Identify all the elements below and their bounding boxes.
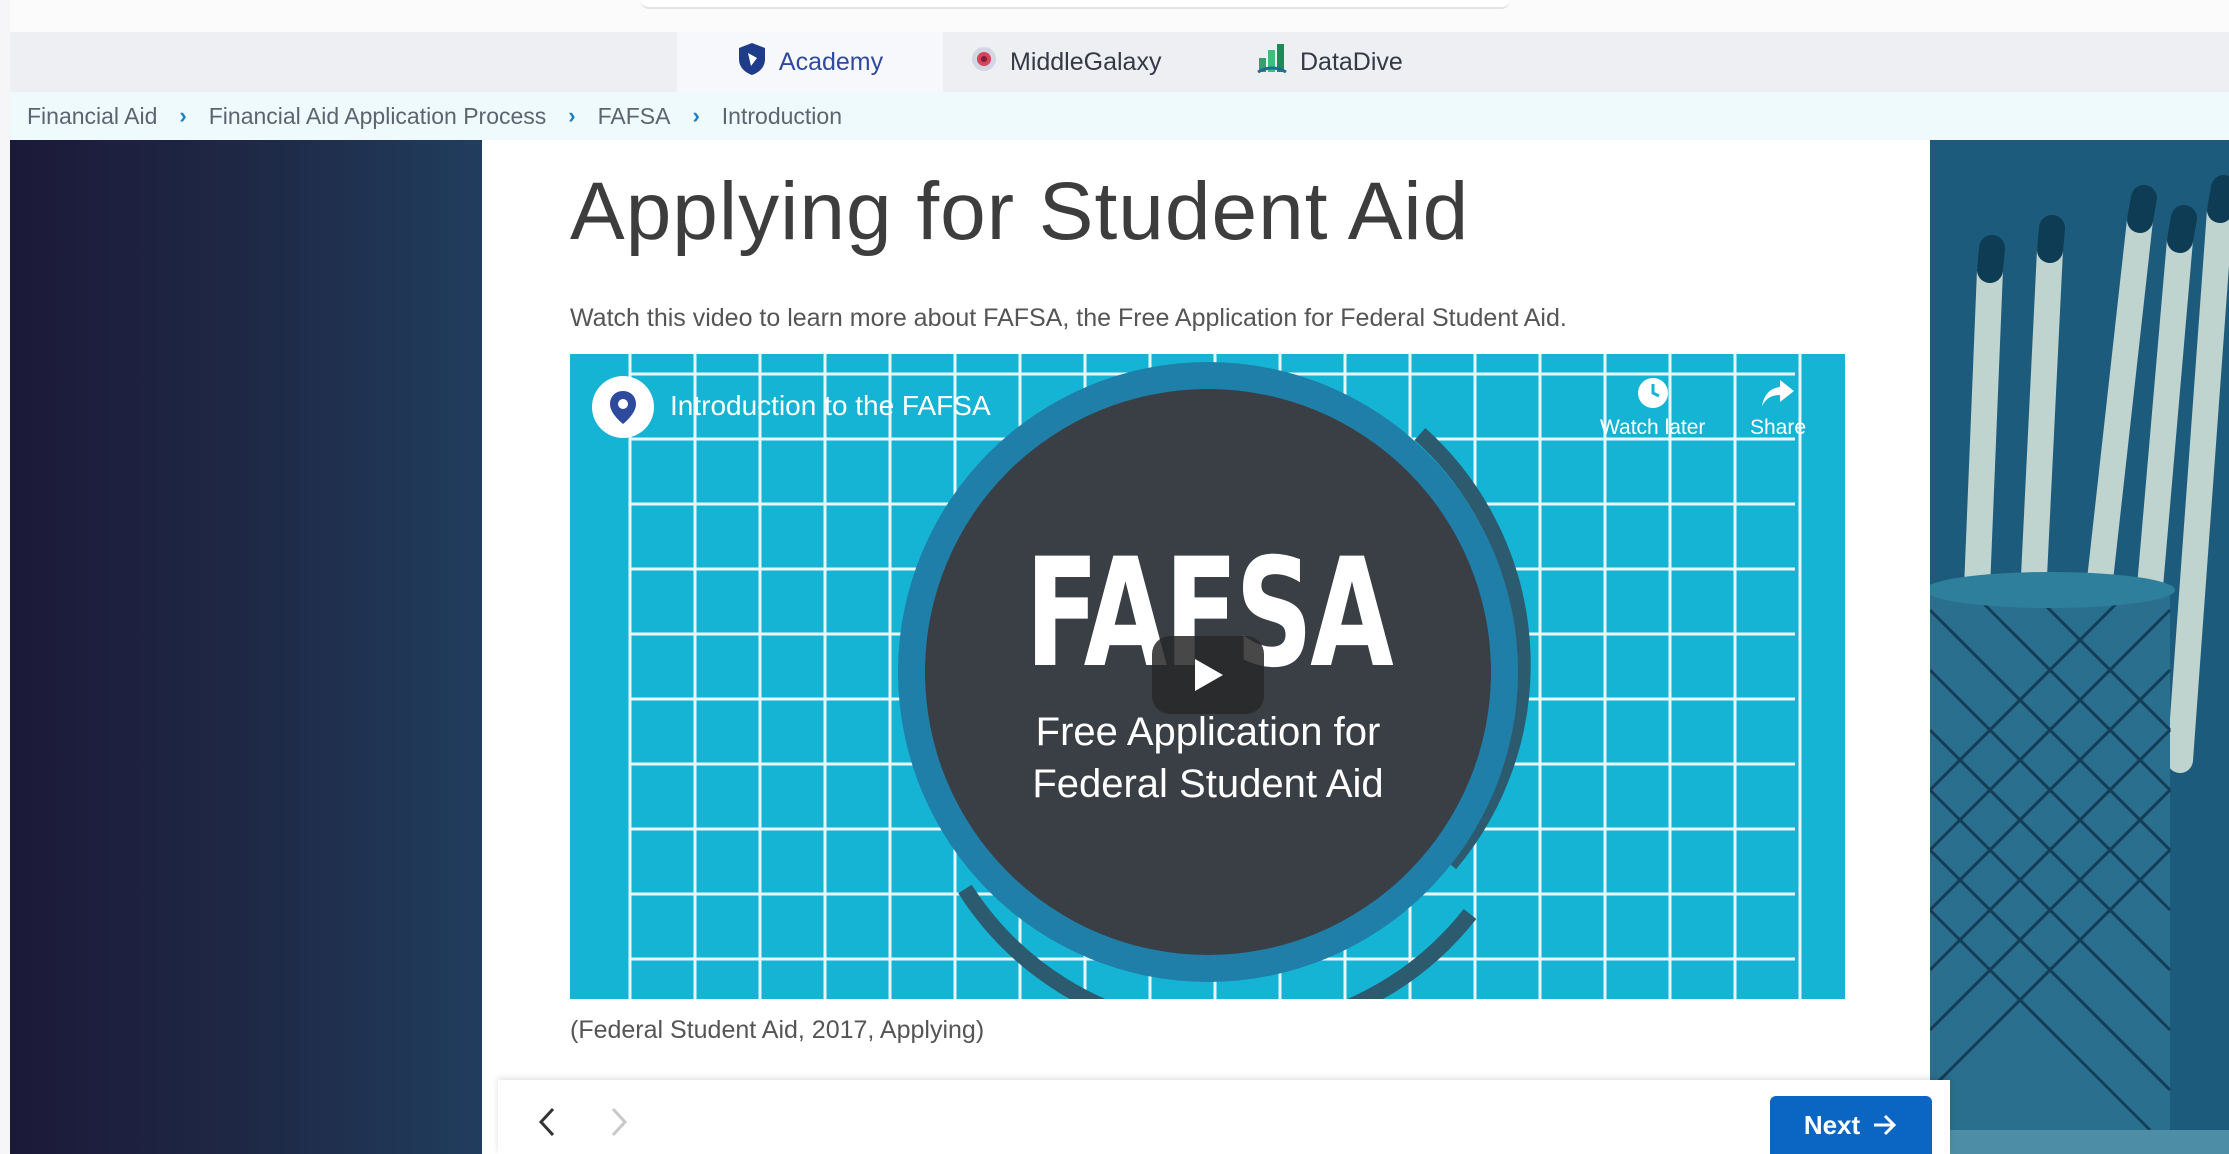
background-left-panel bbox=[10, 140, 482, 1154]
previous-button[interactable] bbox=[532, 1102, 562, 1142]
tab-academy[interactable]: Academy bbox=[677, 32, 943, 92]
window-left-edge bbox=[0, 0, 10, 1154]
breadcrumb-application-process[interactable]: Financial Aid Application Process bbox=[209, 103, 547, 130]
next-button[interactable]: Next bbox=[1770, 1096, 1932, 1154]
breadcrumb-fafsa[interactable]: FAFSA bbox=[598, 103, 671, 130]
video-citation: (Federal Student Aid, 2017, Applying) bbox=[570, 1016, 985, 1044]
video-title[interactable]: Introduction to the FAFSA bbox=[670, 390, 991, 422]
page-title: Applying for Student Aid bbox=[570, 166, 1470, 257]
chevron-right-icon bbox=[611, 1107, 628, 1137]
video-player[interactable]: FAFSA Free Application for Federal Stude… bbox=[570, 354, 1845, 999]
share-arrow-icon bbox=[1762, 380, 1795, 406]
address-bar-edge[interactable] bbox=[640, 0, 1510, 9]
lesson-footer: Next bbox=[498, 1080, 1950, 1154]
tab-label: DataDive bbox=[1300, 47, 1403, 76]
clock-icon bbox=[1637, 378, 1668, 408]
location-pin-icon bbox=[610, 391, 636, 424]
intro-text: Watch this video to learn more about FAF… bbox=[570, 304, 1567, 332]
play-button[interactable] bbox=[1152, 636, 1264, 714]
background-pencil-cup-image bbox=[1930, 140, 2229, 1154]
fafsa-subtitle-line-2: Federal Student Aid bbox=[1032, 762, 1384, 806]
browser-top-strip bbox=[10, 0, 2229, 32]
tab-label: MiddleGalaxy bbox=[1010, 47, 1162, 76]
chevron-left-icon bbox=[538, 1107, 555, 1137]
breadcrumb-introduction: Introduction bbox=[721, 102, 842, 129]
fafsa-logo-subtitle: Free Application for Federal Student Aid bbox=[925, 706, 1491, 810]
watch-later-label: Watch later bbox=[1600, 416, 1706, 439]
watch-later-button[interactable]: Watch later bbox=[1600, 376, 1705, 440]
datadive-logo-icon bbox=[1256, 42, 1288, 83]
middlegalaxy-logo-icon bbox=[970, 45, 998, 80]
share-label: Share bbox=[1750, 416, 1807, 439]
breadcrumb: Financial Aid › Financial Aid Applicatio… bbox=[10, 92, 2229, 140]
tab-datadive[interactable]: DataDive bbox=[1256, 32, 1436, 92]
academy-shield-icon bbox=[737, 42, 767, 83]
arrow-right-icon bbox=[1874, 1114, 1897, 1136]
breadcrumb-financial-aid[interactable]: Financial Aid bbox=[27, 103, 157, 130]
channel-avatar[interactable] bbox=[592, 376, 654, 438]
tab-label: Academy bbox=[778, 47, 884, 76]
forward-button-disabled[interactable] bbox=[604, 1102, 634, 1142]
site-tab-bar: Academy MiddleGalaxy DataDive bbox=[10, 32, 2229, 92]
share-button[interactable]: Share bbox=[1750, 376, 1806, 440]
tab-middlegalaxy[interactable]: MiddleGalaxy bbox=[970, 32, 1190, 92]
next-label: Next bbox=[1803, 1109, 1861, 1140]
chevron-right-icon: › bbox=[179, 103, 187, 128]
chevron-right-icon: › bbox=[568, 103, 576, 128]
chevron-right-icon: › bbox=[692, 103, 700, 128]
play-icon bbox=[1195, 659, 1223, 691]
